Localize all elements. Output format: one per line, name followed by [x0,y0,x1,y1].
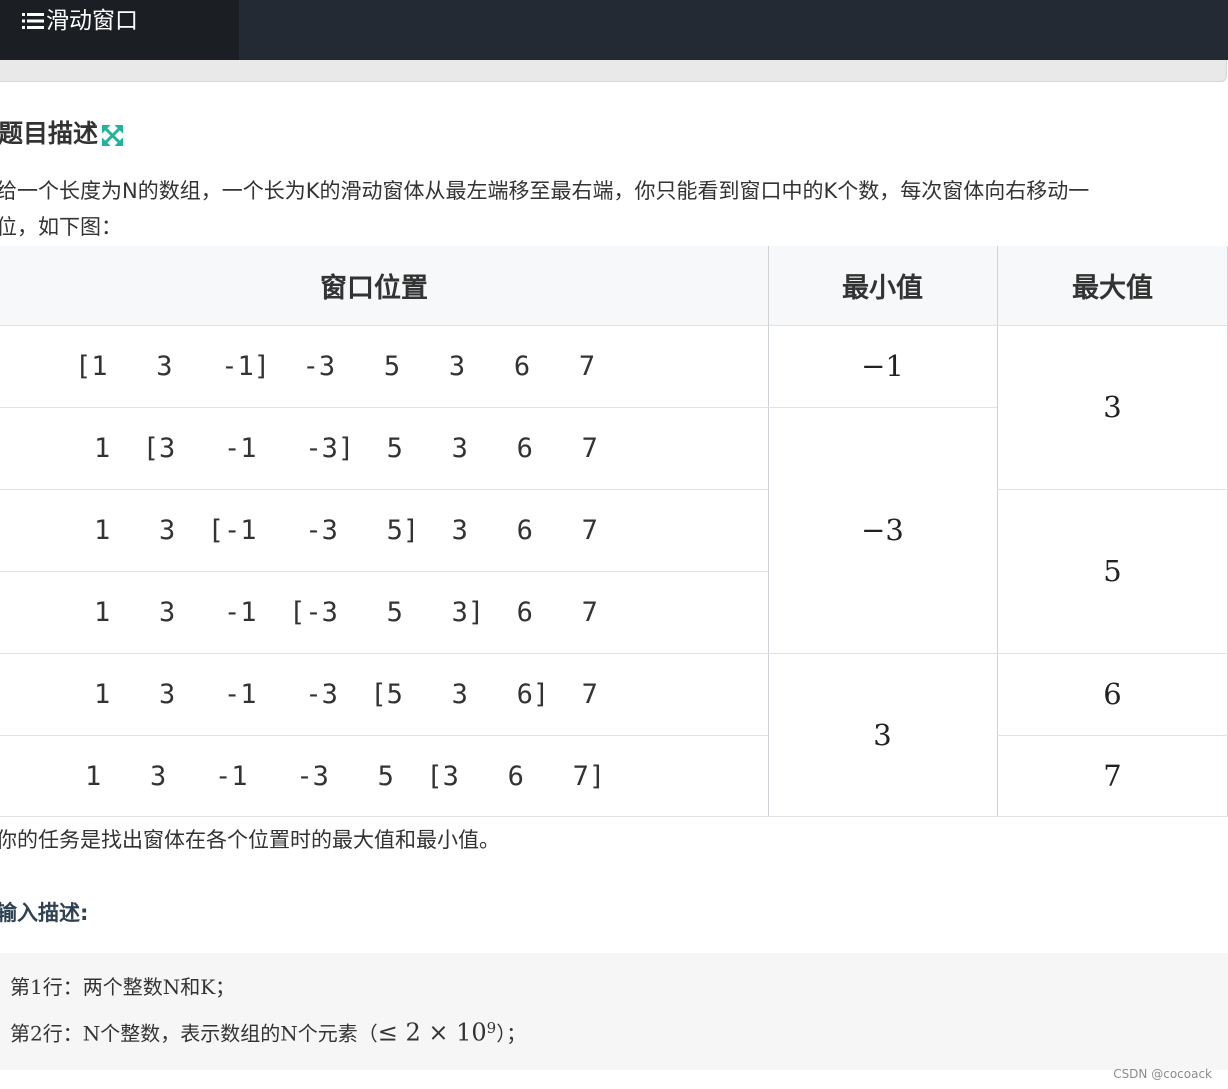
list-icon [22,13,44,29]
header-min: 最小值 [842,273,923,304]
min-cell: −1 [861,349,904,383]
window-row-5: 1 3 -1 -3 [5 3 6] 7 [94,678,598,710]
input-description-block: 第1行：两个整数N和K； 第2行：N个整数，表示数组的N个元素（≤ 2 × 10… [0,953,1228,1070]
tab-sliding-window[interactable]: 滑动窗口 [0,0,239,60]
top-bar: 滑动窗口 [0,0,1228,60]
min-cell: −3 [861,513,904,547]
max-cell: 3 [1103,390,1122,424]
input-line-2: 第2行：N个整数，表示数组的N个元素（≤ 2 × 109）； [10,1013,526,1049]
max-cell: 5 [1103,554,1122,588]
min-cell: 3 [873,717,892,752]
window-row-3: 1 3 [-1 -3 5] 3 6 7 [94,514,598,546]
header-max: 最大值 [1072,273,1153,304]
window-row-1: [1 3 -1] -3 5 3 6 7 [75,350,596,382]
input-description-title: 输入描述: [0,901,89,925]
expand-icon[interactable] [101,124,124,147]
input-line-1: 第1行：两个整数N和K； [10,975,236,999]
max-cell: 7 [1103,758,1122,793]
tab-label: 滑动窗口 [46,8,138,34]
task-description: 你的任务是找出窗体在各个位置时的最大值和最小值。 [0,828,500,852]
input-line-2-math: ≤ 2 × 10 [377,1018,487,1047]
description-line-1: 给一个长度为N的数组，一个长为K的滑动窗体从最左端移至最右端，你只能看到窗口中的… [0,179,1090,203]
window-row-6: 1 3 -1 -3 5 [3 6 7] [85,760,606,792]
input-line-2-exponent: 9 [486,1019,497,1037]
max-cell: 6 [1103,677,1122,711]
header-window-position: 窗口位置 [320,273,428,304]
window-row-4: 1 3 -1 [-3 5 3] 6 7 [94,596,598,628]
description-line-2: 位，如下图： [0,215,122,239]
input-line-2-suffix: ）； [496,1021,527,1046]
sub-toolbar [0,60,1227,82]
section-title: 题目描述 [0,119,99,148]
watermark: CSDN @cocoack [1113,1067,1212,1081]
window-row-2: 1 [3 -1 -3] 5 3 6 7 [94,432,598,464]
sliding-window-table: 窗口位置 最小值 最大值 [1 3 -1] -3 5 3 6 7 1 [3 -1… [0,246,1228,817]
input-line-2-prefix: 第2行：N个整数，表示数组的N个元素（ [10,1021,378,1046]
